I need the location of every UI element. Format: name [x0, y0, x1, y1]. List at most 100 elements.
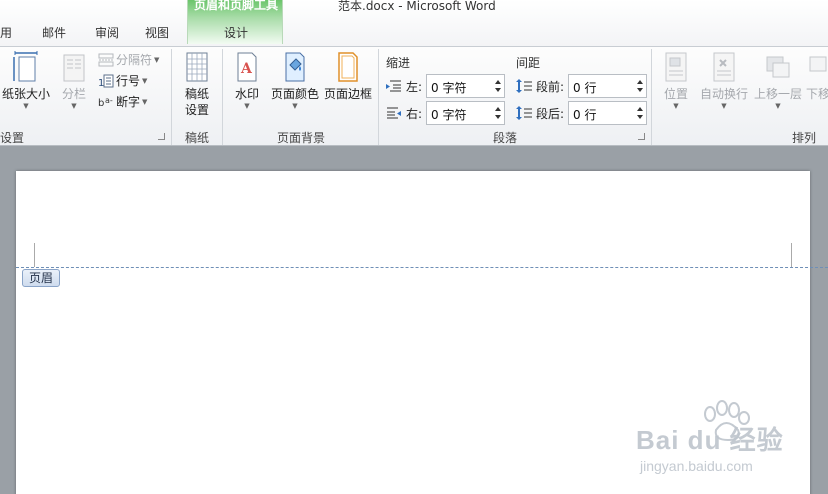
- spacing-after-value: 0 行: [573, 108, 597, 122]
- spacing-before-input[interactable]: 0 行: [568, 74, 647, 98]
- hyphenation-label: 断字: [116, 95, 141, 109]
- spin-up-icon[interactable]: [637, 107, 643, 111]
- spin-down-icon[interactable]: [495, 115, 501, 119]
- line-numbers-button[interactable]: 1 行号 ▼: [98, 72, 147, 90]
- line-numbers-label: 行号: [116, 74, 141, 88]
- manuscript-label-line2: 设置: [184, 103, 209, 117]
- send-backward-button[interactable]: 下移: [806, 51, 828, 102]
- spacing-after-icon: [516, 106, 532, 120]
- indent-right-label: 右:: [406, 107, 423, 121]
- breaks-icon: [98, 53, 114, 67]
- chevron-down-icon: ▼: [292, 102, 298, 110]
- position-button[interactable]: 位置 ▼: [658, 51, 694, 110]
- watermark-icon: A: [237, 52, 257, 82]
- bring-forward-icon: [766, 56, 790, 78]
- paragraph-group-label: 段落: [492, 131, 517, 145]
- tab-design[interactable]: 设计: [188, 24, 284, 41]
- chevron-down-icon: ▼: [154, 56, 160, 64]
- indent-left-value: 0 字符: [431, 81, 467, 95]
- wrap-text-label: 自动换行: [699, 87, 748, 101]
- columns-icon: [63, 54, 85, 82]
- spin-up-icon[interactable]: [495, 107, 501, 111]
- indent-right-icon: [387, 107, 401, 119]
- manuscript-icon: [186, 52, 208, 82]
- spacing-after-input[interactable]: 0 行: [568, 101, 647, 125]
- document-title: 范本.docx - Microsoft Word: [338, 0, 496, 13]
- header-tag[interactable]: 页眉: [22, 269, 61, 287]
- spacing-after-row: 段后: 0 行: [516, 101, 648, 125]
- paragraph-launcher-icon[interactable]: [638, 133, 645, 140]
- indent-right-value: 0 字符: [431, 108, 467, 122]
- manuscript-settings-button[interactable]: 稿纸 设置: [177, 51, 217, 118]
- paper-size-button[interactable]: 纸张大小 ▼: [0, 51, 52, 110]
- chevron-down-icon: ▼: [244, 102, 250, 110]
- group-divider: [378, 49, 379, 145]
- svg-text:1: 1: [98, 78, 104, 88]
- breaks-button[interactable]: 分隔符 ▼: [98, 51, 159, 69]
- spacing-before-row: 段前: 0 行: [516, 74, 648, 98]
- spacing-before-value: 0 行: [573, 81, 597, 95]
- spin-down-icon[interactable]: [495, 88, 501, 92]
- indent-left-label: 左:: [406, 80, 423, 94]
- tab-review[interactable]: 审阅: [95, 24, 119, 41]
- page-color-icon: [285, 52, 305, 82]
- tab-view[interactable]: 视图: [145, 24, 169, 41]
- wrap-text-icon: [713, 52, 735, 82]
- page-setup-launcher-icon[interactable]: [158, 133, 165, 140]
- bring-forward-button[interactable]: 上移一层 ▼: [752, 51, 804, 110]
- manuscript-group-label: 稿纸: [184, 131, 209, 145]
- context-group-label: 页眉和页脚工具: [193, 0, 278, 12]
- indent-left-row: 左: 0 字符: [386, 74, 506, 98]
- tab-references[interactable]: 用: [0, 24, 12, 41]
- line-numbers-icon: 1: [98, 74, 114, 89]
- page-color-label: 页面颜色: [270, 87, 319, 101]
- margin-marker-left: [34, 243, 35, 267]
- bring-forward-label: 上移一层: [753, 87, 802, 101]
- paper-size-icon: [13, 51, 38, 82]
- hyphenation-button[interactable]: b a- 断字 ▼: [98, 93, 147, 111]
- spin-up-icon[interactable]: [637, 80, 643, 84]
- page-background-group-label: 页面背景: [276, 131, 325, 145]
- wrap-text-button[interactable]: 自动换行 ▼: [698, 51, 750, 110]
- indent-right-row: 右: 0 字符: [386, 101, 506, 125]
- page-color-button[interactable]: 页面颜色 ▼: [270, 51, 320, 110]
- watermark-label: 水印: [234, 87, 259, 101]
- paper-size-label: 纸张大小: [1, 87, 50, 101]
- indent-left-icon: [386, 80, 401, 92]
- watermark-button[interactable]: A 水印 ▼: [230, 51, 264, 110]
- chevron-down-icon: ▼: [142, 77, 148, 85]
- tab-mailings[interactable]: 邮件: [42, 24, 66, 41]
- page-borders-label: 页面边框: [324, 87, 373, 101]
- send-backward-label: 下移: [806, 87, 828, 101]
- arrange-group-label: 排列: [791, 131, 816, 145]
- indent-right-input[interactable]: 0 字符: [426, 101, 505, 125]
- manuscript-label-line1: 稿纸: [184, 87, 209, 101]
- hyphenation-icon: b a-: [98, 96, 113, 109]
- page-borders-icon: [338, 52, 358, 82]
- spacing-before-icon: [516, 79, 532, 93]
- header-boundary-line: [16, 267, 828, 268]
- page-setup-group-label: 设置: [0, 131, 25, 145]
- spin-up-icon[interactable]: [495, 80, 501, 84]
- chevron-down-icon: ▼: [23, 102, 29, 110]
- chevron-down-icon: ▼: [775, 102, 781, 110]
- spacing-before-label: 段前:: [536, 80, 565, 94]
- indent-title: 缩进: [386, 56, 411, 70]
- chevron-down-icon: ▼: [142, 98, 148, 106]
- svg-text:b: b: [98, 98, 104, 109]
- chevron-down-icon: ▼: [673, 102, 679, 110]
- group-divider: [222, 49, 223, 145]
- indent-left-input[interactable]: 0 字符: [426, 74, 505, 98]
- document-area: 页眉: [0, 147, 828, 494]
- page-borders-button[interactable]: 页面边框: [324, 51, 372, 102]
- chevron-down-icon: ▼: [721, 102, 727, 110]
- document-page[interactable]: 页眉: [16, 171, 828, 494]
- columns-label: 分栏: [61, 87, 86, 101]
- spin-down-icon[interactable]: [637, 115, 643, 119]
- columns-button[interactable]: 分栏 ▼: [56, 51, 92, 110]
- svg-text:a-: a-: [105, 96, 113, 105]
- spin-down-icon[interactable]: [637, 88, 643, 92]
- spacing-title: 间距: [516, 56, 541, 70]
- send-backward-icon: [809, 56, 827, 72]
- title-bar: 用 邮件 审阅 视图 页眉和页脚工具 设计 范本.docx - Microsof…: [0, 0, 828, 46]
